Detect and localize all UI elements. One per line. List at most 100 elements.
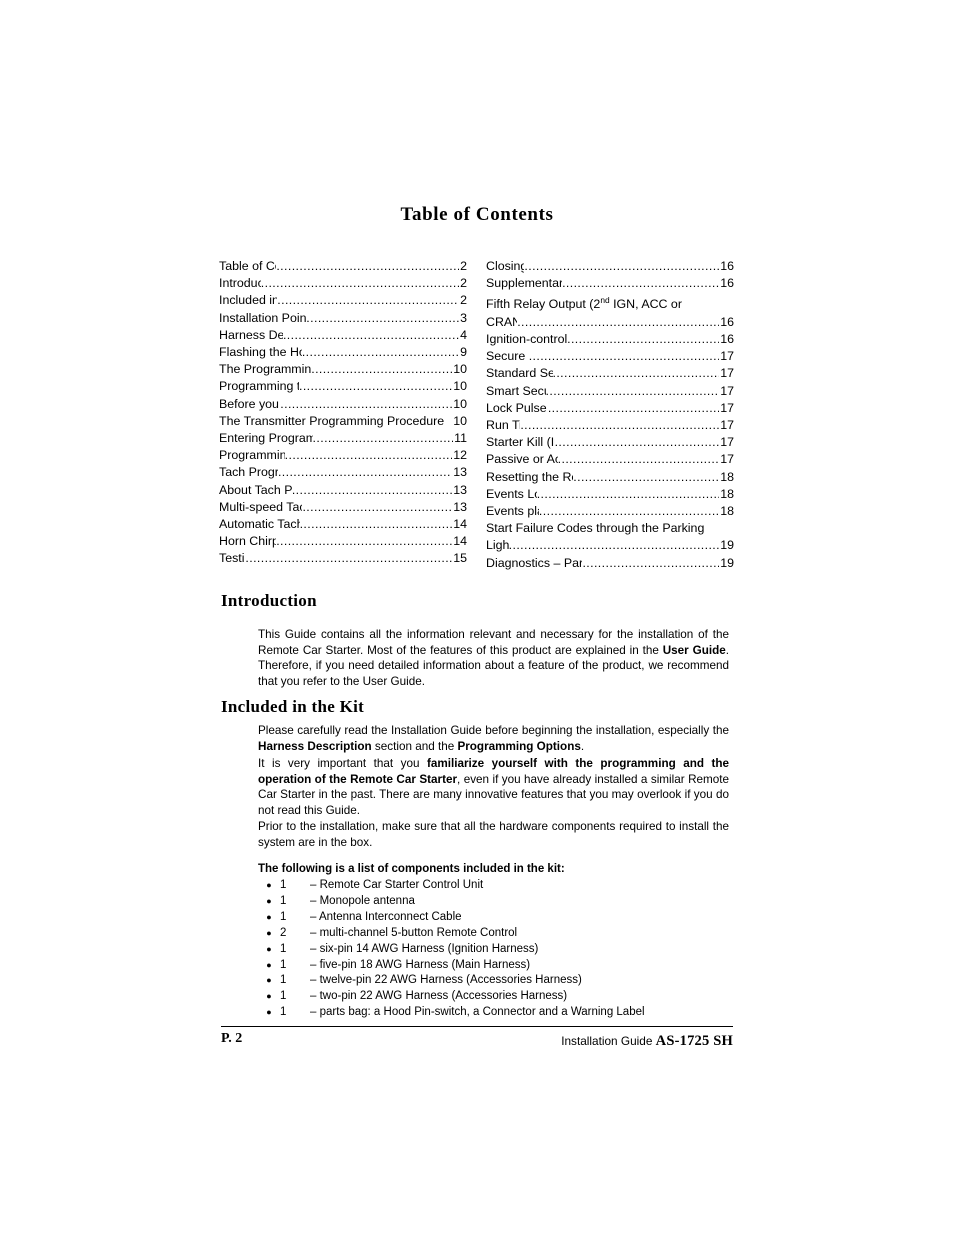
kit-paragraph-2: It is very important that you familiariz…	[258, 756, 729, 818]
toc-entry-page: 10	[453, 396, 467, 411]
component-quantity: 1	[280, 894, 287, 907]
toc-entry-title: Lights	[486, 538, 509, 553]
toc-entry[interactable]: Table of Contents.......................…	[219, 258, 467, 275]
toc-entry[interactable]: Programming Options.....................…	[219, 447, 467, 464]
toc-entry[interactable]: The Programming Assistance Button.......…	[219, 361, 467, 378]
toc-entry[interactable]: Testing.................................…	[219, 550, 467, 567]
toc-entry[interactable]: Supplementary Information...............…	[486, 275, 734, 292]
bullet-icon: ●	[266, 975, 272, 986]
toc-entry[interactable]: Multi-speed Tach Programming............…	[219, 499, 467, 516]
bullet-icon: ●	[266, 927, 272, 938]
toc-entry-ordinal: nd	[600, 295, 610, 306]
heading-introduction: Introduction	[221, 591, 317, 610]
component-description: – parts bag: a Hood Pin-switch, a Connec…	[310, 1006, 645, 1019]
toc-entry-title: The Programming Assistance Button	[219, 362, 312, 377]
bullet-icon: ●	[266, 991, 272, 1002]
toc-entry-title: Closing Up	[486, 259, 525, 273]
toc-entry[interactable]: Standard Secure Lock....................…	[486, 365, 734, 382]
toc-entry[interactable]: Before you Proceed......................…	[219, 396, 467, 413]
component-quantity: 1	[280, 958, 287, 971]
toc-entry[interactable]: Smart Secure Lock.......................…	[486, 383, 734, 400]
toc-entry[interactable]: Introduction............................…	[219, 275, 467, 292]
toc-entry[interactable]: Ignition-controlled Door Locks..........…	[486, 331, 734, 348]
toc-entry-page: 2	[460, 259, 467, 273]
footer-divider	[221, 1026, 733, 1027]
toc-entry-page: 11	[454, 431, 467, 446]
toc-entry-title: Automatic Tach Programming	[219, 517, 300, 532]
toc-entry-page: 12	[453, 448, 467, 463]
component-quantity: 1	[280, 974, 287, 987]
toc-entry[interactable]: Resetting the Remote Car Starter........…	[486, 469, 734, 486]
toc-leader-dots: ........................................…	[312, 431, 454, 446]
table-of-contents: Table of Contents.......................…	[219, 258, 735, 572]
list-item: ● 1 – two-pin 22 AWG Harness (Accessories …	[258, 989, 729, 1005]
toc-entry[interactable]: Run Time................................…	[486, 417, 734, 434]
toc-leader-dots: ........................................…	[299, 517, 453, 532]
toc-entry[interactable]: Automatic Tach Programming..............…	[219, 516, 467, 533]
bullet-icon: ●	[266, 911, 272, 922]
component-description: – Antenna Interconnect Cable	[310, 910, 462, 923]
kit-p1-programming-options-emphasis: Programming Options	[457, 739, 581, 753]
toc-entry[interactable]: The Transmitter Programming Procedure 10	[219, 413, 467, 430]
toc-entry-page: 13	[453, 499, 467, 514]
toc-entry-page: 17	[720, 400, 734, 415]
toc-entry-title: Lock Pulse Duration	[486, 400, 548, 415]
footer-guide-info: Installation Guide AS-1725 SH	[561, 1033, 733, 1050]
toc-entry[interactable]: About Tach Programming..................…	[219, 482, 467, 499]
toc-entry-page: 18	[720, 469, 734, 484]
toc-entry[interactable]: Secure Lock.............................…	[486, 348, 734, 365]
toc-entry-title-part: IGN, ACC or	[609, 297, 682, 312]
toc-leader-dots: ........................................…	[311, 362, 453, 377]
component-quantity: 1	[280, 1006, 287, 1019]
toc-entry[interactable]: Programming the Transmitter.............…	[219, 378, 467, 395]
toc-leader-dots: ........................................…	[260, 276, 459, 291]
toc-entry[interactable]: Passive or Active Arming................…	[486, 451, 734, 468]
toc-entry[interactable]: Lock Pulse Duration.....................…	[486, 400, 734, 417]
toc-entry[interactable]: Tach Programming........................…	[219, 464, 467, 481]
toc-leader-dots: ........................................…	[280, 396, 453, 411]
toc-entry[interactable]: Installation Points to Remember.........…	[219, 310, 467, 327]
toc-entry-title: Programming the Transmitter	[219, 379, 299, 394]
toc-entry[interactable]: Start Failure Codes through the Parking	[486, 520, 734, 537]
component-description: – six-pin 14 AWG Harness (Ignition Harne…	[310, 942, 539, 955]
toc-leader-dots: ........................................…	[545, 383, 720, 398]
toc-entry[interactable]: Fifth Relay Output (2nd IGN, ACC or	[486, 292, 734, 313]
toc-entry-title: Resetting the Remote Car Starter	[486, 469, 573, 484]
toc-entry-title: Passive or Active Arming	[486, 452, 558, 467]
toc-entry-page: 2	[460, 293, 467, 308]
component-description: – Remote Car Starter Control Unit	[310, 879, 484, 891]
toc-entry[interactable]: Flashing the Hood Pin Switch............…	[219, 344, 467, 361]
toc-entry[interactable]: Diagnostics – Parking Light Flash Table.…	[486, 555, 734, 572]
component-description: – multi-channel 5-button Remote Control	[310, 926, 518, 939]
toc-entry-page: 2	[460, 276, 467, 291]
toc-entry-continuation[interactable]: CRANK)..................................…	[486, 314, 734, 331]
kit-p1-harness-description-emphasis: Harness Description	[258, 739, 372, 753]
kit-p1-part-e: .	[580, 739, 585, 753]
toc-entry-page: 10	[453, 379, 467, 394]
toc-entry-title: Start Failure Codes through the Parking	[486, 521, 705, 536]
list-item: ● 1 – Monopole antenna	[258, 894, 729, 910]
toc-leader-dots: ........................................…	[517, 314, 719, 329]
toc-entry[interactable]: Events Logging..........................…	[486, 486, 734, 503]
toc-entry[interactable]: Horn Chirp Timing.......................…	[219, 533, 467, 550]
toc-entry[interactable]: Events playback.........................…	[486, 503, 734, 520]
introduction-paragraph: This Guide contains all the information …	[258, 627, 729, 689]
toc-entry-title: Entering Programming Options Mode	[219, 431, 313, 446]
kit-paragraph-3: Prior to the installation, make sure tha…	[258, 820, 729, 849]
toc-entry[interactable]: Starter Kill (Installation).............…	[486, 434, 734, 451]
component-quantity: 2	[280, 926, 287, 939]
toc-entry[interactable]: Included in the Kit.....................…	[219, 292, 467, 309]
toc-entry[interactable]: Harness Description.....................…	[219, 327, 467, 344]
toc-leader-dots: ........................................…	[547, 400, 720, 415]
toc-leader-dots: ........................................…	[562, 276, 719, 291]
toc-entry-title: Standard Secure Lock	[486, 366, 553, 381]
kit-list-intro: The following is a list of components in…	[258, 863, 565, 875]
kit-paragraph-1: Please carefully read the Installation G…	[258, 723, 729, 754]
toc-entry[interactable]: Entering Programming Options Mode.......…	[219, 430, 467, 447]
toc-leader-dots: ........................................…	[276, 259, 459, 273]
toc-entry[interactable]: Closing Up..............................…	[486, 258, 734, 275]
toc-entry-page: 14	[453, 534, 467, 549]
toc-entry-continuation[interactable]: Lights..................................…	[486, 537, 734, 554]
footer-page-number: P. 2	[221, 1031, 243, 1046]
list-item: ● 2 – multi-channel 5-button Remote Contro…	[258, 926, 729, 942]
